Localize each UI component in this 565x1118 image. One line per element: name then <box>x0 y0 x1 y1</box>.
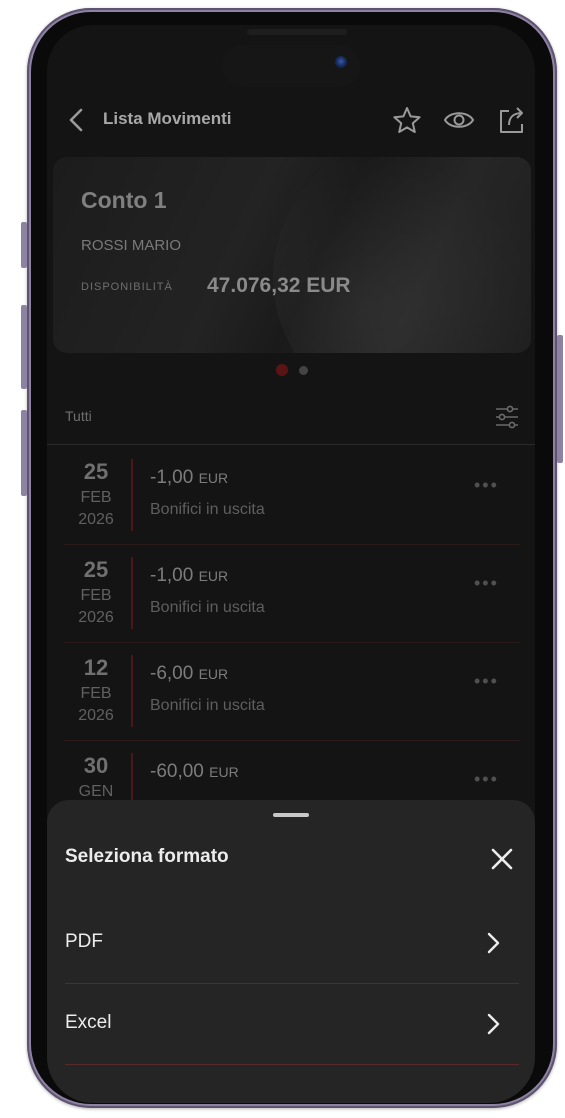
tx-currency: EUR <box>209 764 239 780</box>
more-horizontal-icon[interactable]: ••• <box>474 671 499 692</box>
tx-month: FEB <box>80 685 112 702</box>
eye-icon[interactable] <box>443 105 475 135</box>
format-option-pdf[interactable]: PDF <box>65 903 519 984</box>
tx-description: Bonifici in uscita <box>150 599 265 616</box>
tx-year: 2026 <box>78 609 114 626</box>
transaction-row[interactable]: 25 FEB 2026 -1,00 EUR Bonifici in uscita… <box>64 545 520 643</box>
pager-dot[interactable] <box>299 366 308 375</box>
close-icon[interactable] <box>487 844 517 874</box>
sheet-title: Seleziona formato <box>65 846 229 867</box>
card-pager <box>276 364 316 376</box>
more-horizontal-icon[interactable]: ••• <box>474 769 499 790</box>
phone-side-button <box>21 410 27 496</box>
app-header: Lista Movimenti <box>47 95 535 145</box>
tx-amount-value: -6,00 <box>150 663 194 684</box>
tx-description: Bonifici in uscita <box>150 697 265 714</box>
card-decoration <box>273 157 531 353</box>
app-screen: Lista Movimenti Conto 1 ROSSI MARIO DISP… <box>47 25 535 1103</box>
tx-year: 2026 <box>78 511 114 528</box>
tx-amount: -1,00 EUR <box>150 467 228 489</box>
tx-divider <box>131 459 133 531</box>
tx-divider <box>131 655 133 727</box>
option-label: Excel <box>65 1012 112 1033</box>
sliders-icon[interactable] <box>493 402 521 432</box>
chevron-left-icon[interactable] <box>65 107 89 133</box>
tx-day: 30 <box>83 753 109 778</box>
share-icon[interactable] <box>495 105 527 135</box>
tx-day: 25 <box>83 557 109 582</box>
speaker-bar <box>247 29 347 35</box>
front-camera <box>335 56 347 68</box>
tx-month: FEB <box>80 489 112 506</box>
pager-dot-active[interactable] <box>276 364 288 376</box>
sheet-drag-handle[interactable] <box>273 813 309 817</box>
account-name: Conto 1 <box>81 187 167 213</box>
phone-side-button <box>21 222 27 268</box>
star-icon[interactable] <box>391 105 423 135</box>
transaction-list: 25 FEB 2026 -1,00 EUR Bonifici in uscita… <box>47 447 535 839</box>
transaction-row[interactable]: 12 FEB 2026 -6,00 EUR Bonifici in uscita… <box>64 643 520 741</box>
filter-label[interactable]: Tutti <box>65 408 92 424</box>
more-horizontal-icon[interactable]: ••• <box>474 475 499 496</box>
tx-year: 2026 <box>78 707 114 724</box>
phone-side-button <box>21 305 27 389</box>
tx-amount-value: -1,00 <box>150 467 194 488</box>
tx-amount-value: -1,00 <box>150 565 194 586</box>
page-title: Lista Movimenti <box>103 109 232 128</box>
tx-month: GEN <box>78 783 114 800</box>
tx-currency: EUR <box>198 470 229 486</box>
transaction-row[interactable]: 25 FEB 2026 -1,00 EUR Bonifici in uscita… <box>64 447 520 545</box>
tx-day: 12 <box>83 655 109 680</box>
chevron-right-icon <box>487 932 500 954</box>
chevron-right-icon <box>487 1013 500 1035</box>
account-card[interactable]: Conto 1 ROSSI MARIO DISPONIBILITÀ 47.076… <box>53 157 531 353</box>
option-label: PDF <box>65 931 103 952</box>
availability-value: 47.076,32 EUR <box>207 274 351 297</box>
account-owner: ROSSI MARIO <box>81 237 182 254</box>
tx-day: 25 <box>83 459 109 484</box>
tx-divider <box>131 557 133 629</box>
tx-currency: EUR <box>198 666 229 682</box>
tx-amount-value: -60,00 <box>150 761 204 782</box>
tx-month: FEB <box>80 587 112 604</box>
format-option-excel[interactable]: Excel <box>65 984 519 1065</box>
tx-amount: -1,00 EUR <box>150 565 228 587</box>
tx-currency: EUR <box>198 568 229 584</box>
availability-label: DISPONIBILITÀ <box>81 281 173 293</box>
phone-side-button <box>557 335 563 463</box>
more-horizontal-icon[interactable]: ••• <box>474 573 499 594</box>
filter-row: Tutti <box>47 400 535 445</box>
tx-description: Bonifici in uscita <box>150 501 265 518</box>
tx-amount: -60,00 EUR <box>150 761 239 783</box>
format-bottom-sheet: Seleziona formato PDF Excel <box>47 800 535 1103</box>
tx-amount: -6,00 EUR <box>150 663 228 685</box>
